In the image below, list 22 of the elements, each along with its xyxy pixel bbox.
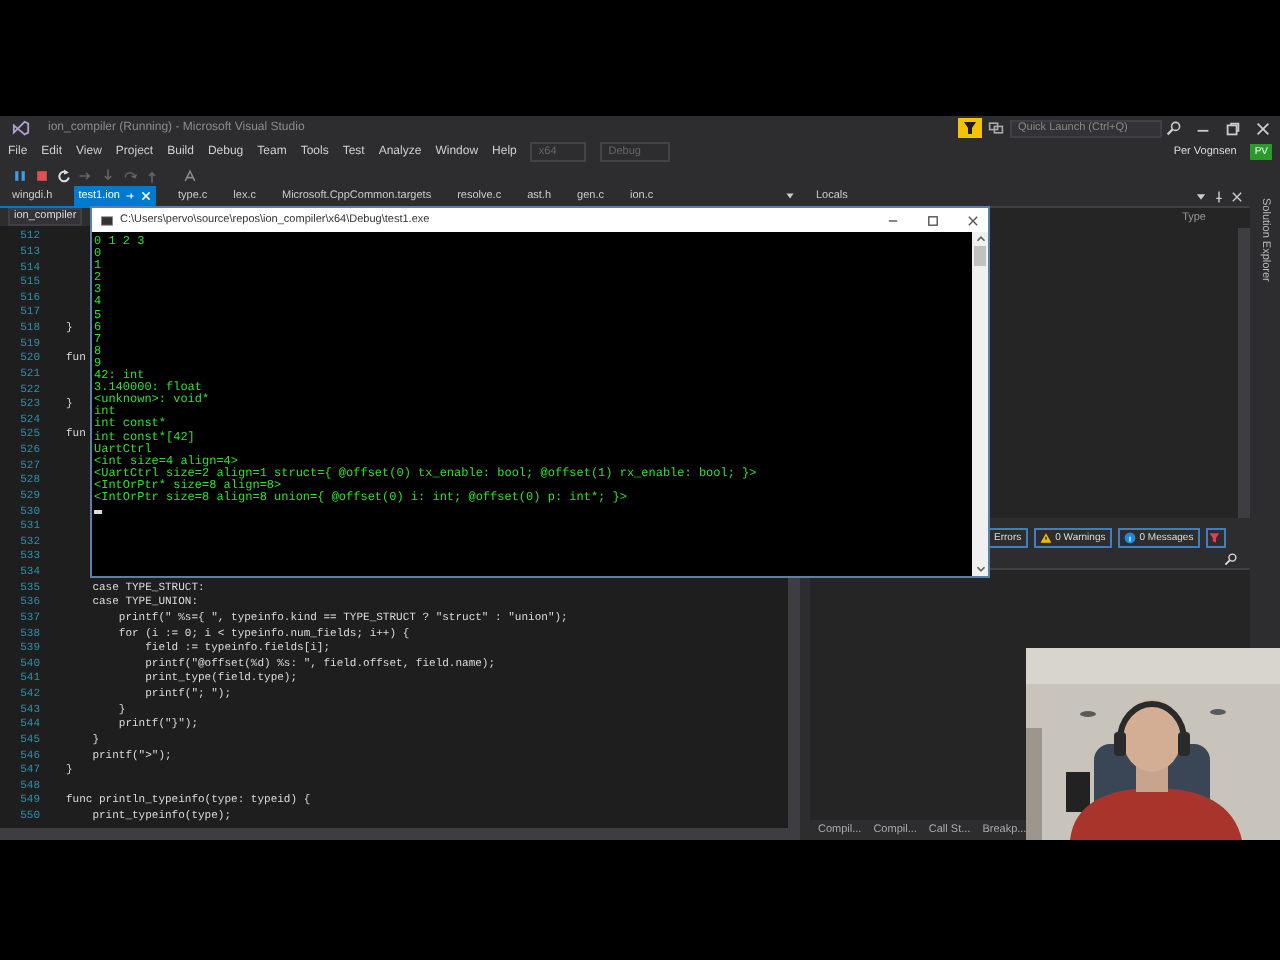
close-icon[interactable] xyxy=(966,213,980,227)
dropdown-caret-icon[interactable] xyxy=(1194,189,1208,203)
scroll-up-icon[interactable] xyxy=(973,232,987,246)
pause-icon[interactable] xyxy=(12,167,28,183)
stop-icon[interactable] xyxy=(34,167,50,183)
console-icon xyxy=(100,213,114,227)
search-icon xyxy=(1166,120,1182,136)
restart-icon[interactable] xyxy=(56,167,72,183)
dropdown-caret-icon[interactable] xyxy=(784,190,796,202)
warning-icon xyxy=(1039,531,1052,543)
pin-icon[interactable] xyxy=(1212,189,1226,203)
search-icon[interactable] xyxy=(1224,551,1238,565)
maximize-icon[interactable] xyxy=(926,213,940,227)
text-cursor xyxy=(94,510,102,514)
feedback-icon[interactable] xyxy=(988,120,1004,136)
scrollbar-thumb[interactable] xyxy=(974,246,986,266)
notification-flag-icon[interactable] xyxy=(958,118,982,138)
step-over-icon[interactable] xyxy=(122,167,138,183)
restore-icon[interactable] xyxy=(1224,119,1242,137)
visual-studio-logo-icon xyxy=(12,119,30,137)
info-icon xyxy=(1123,531,1136,543)
scroll-down-icon[interactable] xyxy=(973,562,987,576)
